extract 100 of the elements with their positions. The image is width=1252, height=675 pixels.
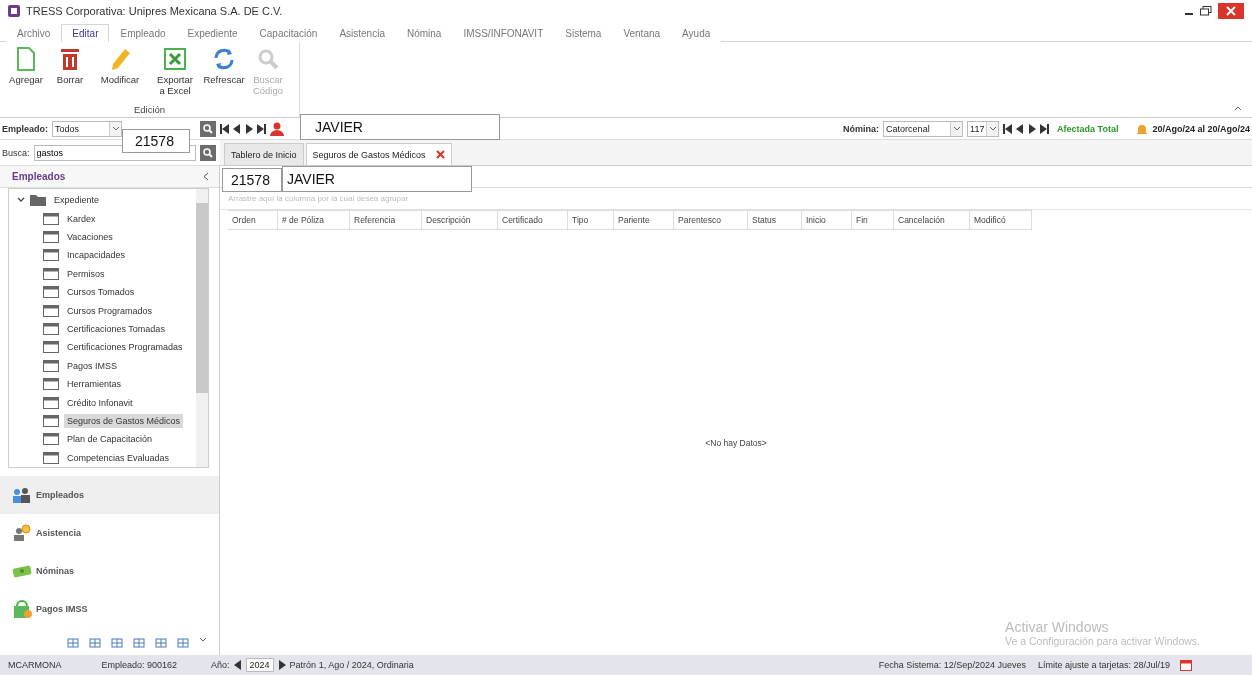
employee-id-label: 21578	[122, 129, 190, 153]
folder-icon	[30, 194, 46, 207]
tree-item[interactable]: Competencias Evaluadas	[64, 450, 173, 465]
tree-item[interactable]: Incapacidades	[64, 248, 129, 263]
next-icon[interactable]	[1028, 123, 1037, 134]
date-range: 20/Ago/24 al 20/Ago/24	[1152, 123, 1250, 134]
employee-label: Empleado:	[2, 123, 48, 134]
empty-message: <No hay Datos>	[705, 437, 767, 448]
chevron-down-icon[interactable]	[17, 197, 25, 204]
activation-watermark-title: Activar Windows	[1005, 619, 1110, 635]
previous-icon[interactable]	[233, 123, 241, 134]
employee-filter-dropdown[interactable]: Todos	[52, 120, 122, 137]
tree-item[interactable]: Certificaciones Programadas	[64, 340, 186, 355]
bell-icon	[1136, 122, 1149, 135]
calendar-icon[interactable]	[1180, 659, 1192, 671]
column-header[interactable]: Parentesco	[674, 210, 748, 230]
window-icon	[43, 433, 59, 446]
grid-icon[interactable]	[111, 637, 123, 649]
payroll-label: Nómina:	[843, 123, 880, 134]
window-icon	[43, 451, 59, 464]
search-icon	[203, 147, 213, 158]
column-header[interactable]: Tipo	[568, 210, 614, 230]
document-tab[interactable]: Seguros de Gastos Médicos	[305, 143, 452, 165]
window-icon	[43, 212, 59, 225]
scrollbar-thumb[interactable]	[196, 203, 208, 393]
chevron-down-icon	[988, 125, 997, 132]
last-icon[interactable]	[1040, 123, 1050, 134]
ribbon-button[interactable]: Exportar a Excel	[150, 46, 200, 96]
window-icon	[43, 378, 59, 391]
first-icon[interactable]	[220, 123, 229, 134]
ribbon-button[interactable]: Borrar	[50, 46, 90, 85]
tree-item[interactable]: Plan de Capacitación	[64, 432, 156, 447]
ribbon-button[interactable]: Refrescar	[204, 46, 244, 85]
column-header[interactable]: Pariente	[614, 210, 674, 230]
close-button[interactable]	[1218, 3, 1244, 19]
column-header[interactable]: Cancelación	[894, 210, 970, 230]
previous-year-icon[interactable]	[233, 660, 242, 670]
last-icon[interactable]	[257, 123, 266, 134]
chevron-down-icon	[952, 125, 961, 132]
tree-item[interactable]: Permisos	[64, 266, 108, 281]
tree-item[interactable]: Expediente	[51, 193, 103, 208]
search-button[interactable]	[200, 144, 216, 161]
search-button[interactable]	[200, 120, 216, 137]
previous-icon[interactable]	[1016, 123, 1025, 134]
employee-name-label: JAVIER	[282, 166, 472, 192]
first-icon[interactable]	[1003, 123, 1013, 134]
ribbon-group-label: Edición	[132, 104, 167, 117]
navigation-group[interactable]: Empleados	[0, 476, 219, 514]
employee-id-label: 21578	[222, 168, 282, 192]
restore-icon[interactable]	[1200, 6, 1212, 16]
ribbon-button[interactable]: Modificar	[94, 46, 146, 85]
activation-watermark-text: Ve a Configuración para activar Windows.	[1005, 635, 1200, 647]
tree-item[interactable]: Cursos Programados	[64, 303, 156, 318]
window-icon	[43, 249, 59, 262]
tree-item[interactable]: Certificaciones Tomadas	[64, 322, 168, 337]
column-header[interactable]: Modificó	[970, 210, 1032, 230]
period-info: Patrón 1, Ago / 2024, Ordinaria	[289, 660, 414, 670]
tree-item[interactable]: Seguros de Gastos Médicos	[64, 414, 184, 429]
period-dropdown[interactable]: 117	[967, 120, 1000, 137]
employee-number: Empleado: 900162	[101, 660, 179, 670]
collapse-ribbon-icon[interactable]	[1234, 105, 1242, 111]
tree-item[interactable]: Herramientas	[64, 377, 125, 392]
app-icon	[8, 5, 20, 17]
chevron-down-icon	[111, 125, 120, 132]
tree-item[interactable]: Cursos Tomados	[64, 285, 138, 300]
window-icon	[43, 341, 59, 354]
tree-item[interactable]: Vacaciones	[64, 230, 116, 244]
sidebar-title: Empleados	[12, 171, 66, 182]
payroll-status: Afectada Total	[1057, 123, 1119, 134]
card-adjust-limit: Límite ajuste a tarjetas: 28/Jul/19	[1037, 660, 1170, 670]
tree-item[interactable]: Kardex	[64, 211, 99, 226]
menu-tab[interactable]: Editar	[61, 24, 110, 42]
window-icon	[43, 359, 59, 372]
column-header[interactable]: Descripción	[422, 210, 498, 230]
window-icon	[43, 231, 59, 243]
payroll-type-dropdown[interactable]: Catorcenal	[883, 120, 964, 137]
column-header[interactable]: Referencia	[350, 210, 422, 230]
employee-name-label: JAVIER	[300, 114, 500, 140]
window-icon	[43, 267, 59, 280]
next-icon[interactable]	[245, 123, 253, 134]
tree-item[interactable]: Pagos IMSS	[64, 358, 121, 373]
column-header[interactable]: Inicio	[802, 210, 852, 230]
window-icon	[43, 286, 59, 299]
table-icon[interactable]	[133, 637, 145, 649]
document-tab[interactable]: Tablero de Inicio	[224, 143, 304, 165]
search-label: Busca:	[2, 147, 30, 158]
chevron-down-icon	[199, 637, 207, 643]
column-header[interactable]: # de Póliza	[278, 210, 350, 230]
column-header[interactable]: Certificado	[498, 210, 568, 230]
collapse-icon[interactable]	[203, 172, 209, 181]
column-header[interactable]: Status	[748, 210, 802, 230]
column-header[interactable]: Fin	[852, 210, 894, 230]
column-header[interactable]: Orden	[228, 210, 278, 230]
window-title: TRESS Corporativa: Unipres Mexicana S.A. DE C.V.	[26, 5, 283, 17]
tree-item[interactable]: Crédito Infonavit	[64, 395, 136, 410]
close-icon[interactable]	[435, 150, 445, 159]
ribbon-button[interactable]: Agregar	[6, 46, 46, 85]
next-year-icon[interactable]	[277, 660, 286, 670]
year-field[interactable]: 2024	[245, 658, 274, 672]
system-date: Fecha Sistema: 12/Sep/2024 Jueves	[878, 660, 1027, 670]
